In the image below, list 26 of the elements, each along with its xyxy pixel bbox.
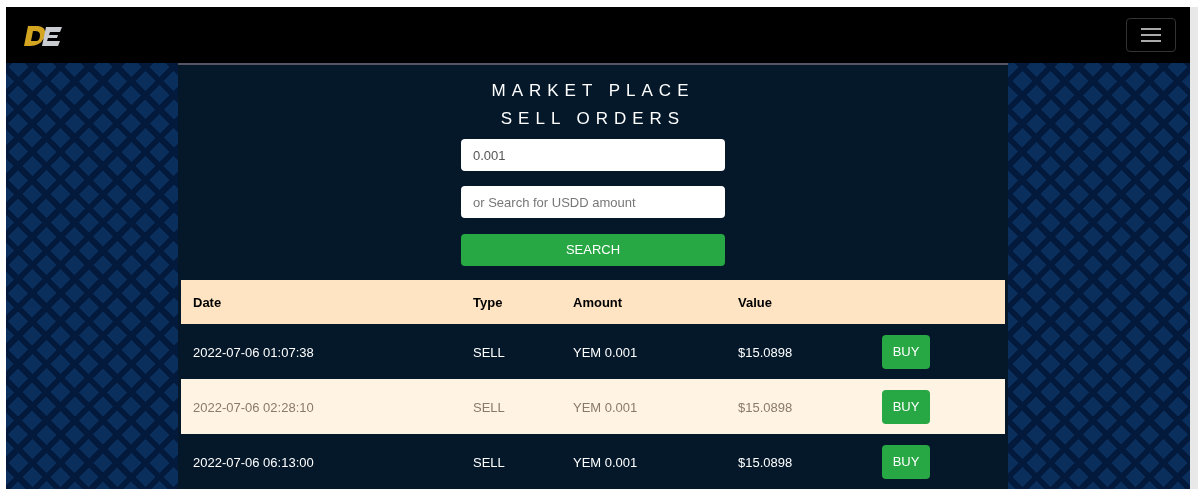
buy-button[interactable]: BUY	[882, 334, 930, 369]
column-header: Type	[473, 295, 503, 310]
menu-icon	[1140, 27, 1162, 43]
table-cell: 2022-07-06 01:07:38	[193, 344, 314, 360]
table-cell: SELL	[473, 454, 505, 470]
table-cell: YEM 0.001	[573, 344, 638, 360]
table-cell: $15.0898	[738, 399, 793, 415]
buy-button[interactable]: BUY	[882, 389, 930, 424]
table-cell: $15.0898	[738, 344, 793, 360]
search-button[interactable]: SEARCH	[461, 234, 725, 266]
column-header: Date	[193, 295, 222, 310]
column-header: Value	[738, 295, 772, 310]
table-cell: YEM 0.001	[573, 399, 638, 415]
page-title: MARKET PLACE	[491, 80, 695, 102]
menu-button[interactable]	[1126, 18, 1176, 52]
usdd-amount-field[interactable]: or Search for USDD amount	[461, 186, 725, 218]
table-cell: YEM 0.001	[573, 454, 638, 470]
table-cell: $15.0898	[738, 454, 793, 470]
column-header: Amount	[573, 295, 623, 310]
table-cell: SELL	[473, 399, 505, 415]
amount-field[interactable]: 0.001	[461, 139, 725, 171]
table-cell: SELL	[473, 344, 505, 360]
table-cell: 2022-07-06 06:13:00	[193, 454, 314, 470]
page-title: SELL ORDERS	[500, 108, 686, 130]
table-cell: 2022-07-06 02:28:10	[193, 399, 314, 415]
buy-button[interactable]: BUY	[882, 444, 930, 479]
